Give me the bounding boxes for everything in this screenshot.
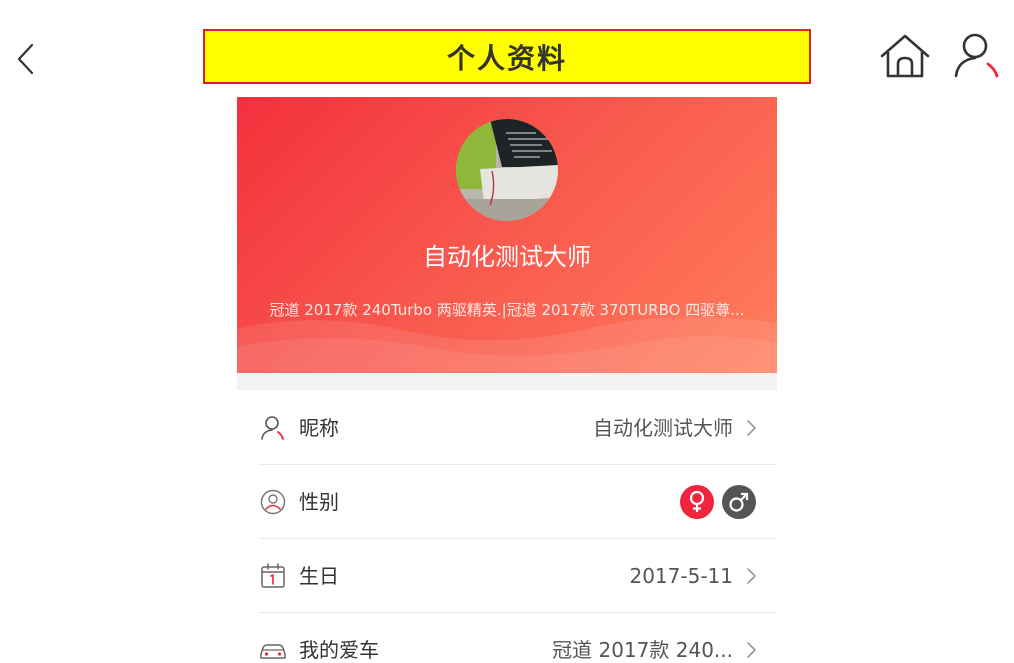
- birthday-value: 2017-5-11: [629, 564, 733, 588]
- back-button[interactable]: [8, 36, 44, 82]
- home-button[interactable]: [876, 30, 934, 82]
- profile-nickname: 自动化测试大师: [423, 243, 591, 271]
- chevron-right-icon: [747, 642, 756, 658]
- gender-row: 性别: [259, 464, 777, 539]
- avatar[interactable]: [456, 119, 558, 221]
- female-symbol-icon: [689, 490, 705, 512]
- page-title: 个人资料: [203, 29, 811, 84]
- my-car-label: 我的爱车: [299, 638, 379, 662]
- nickname-value: 自动化测试大师: [593, 416, 733, 440]
- user-center-button[interactable]: [950, 30, 1004, 82]
- male-symbol-icon: [729, 492, 749, 512]
- gender-icon: [260, 489, 286, 515]
- male-button[interactable]: [722, 485, 756, 519]
- female-button[interactable]: [680, 485, 714, 519]
- chevron-right-icon: [747, 568, 756, 584]
- profile-car-summary: 冠道 2017款 240Turbo 两驱精英.|冠道 2017款 370TURB…: [269, 301, 745, 319]
- nickname-row[interactable]: 昵称 自动化测试大师: [259, 390, 777, 465]
- chevron-left-icon: [17, 43, 34, 75]
- chevron-right-icon: [747, 420, 756, 436]
- calendar-icon: [261, 563, 285, 588]
- my-car-value: 冠道 2017款 240...: [552, 638, 733, 662]
- section-divider: [237, 373, 777, 390]
- nickname-label: 昵称: [299, 416, 339, 440]
- my-car-row[interactable]: 我的爱车 冠道 2017款 240...: [259, 612, 777, 663]
- person-icon: [261, 416, 284, 440]
- profile-page: 个人资料 自动化测试大师 冠道 2017款 240Turbo 两驱精英.|冠道 …: [0, 0, 1014, 663]
- home-icon: [880, 34, 930, 78]
- gender-label: 性别: [299, 490, 339, 514]
- birthday-label: 生日: [299, 564, 339, 588]
- birthday-row[interactable]: 生日 2017-5-11: [259, 538, 777, 613]
- profile-header: 自动化测试大师 冠道 2017款 240Turbo 两驱精英.|冠道 2017款…: [237, 97, 777, 373]
- avatar-photo: [456, 119, 558, 221]
- user-icon: [954, 33, 999, 78]
- car-icon: [260, 644, 286, 659]
